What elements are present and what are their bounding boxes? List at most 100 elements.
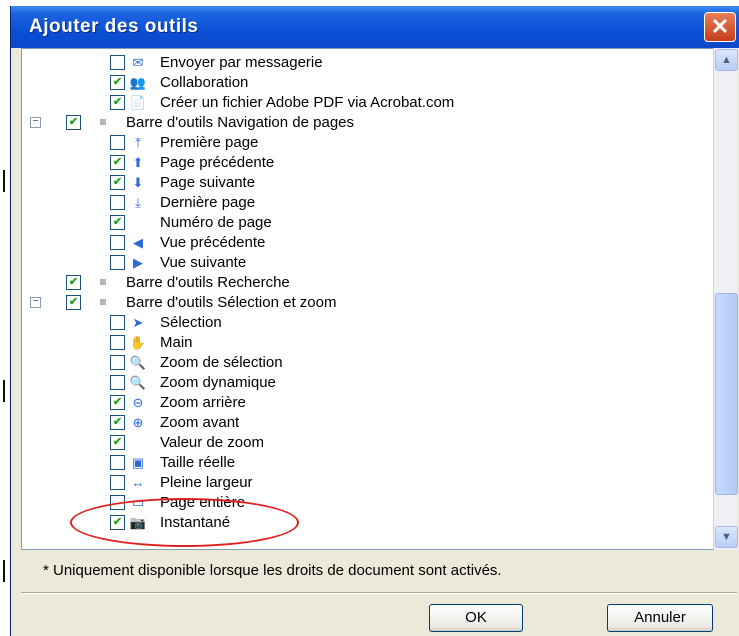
tree-row[interactable]: ✔ ⊕ Zoom avant xyxy=(22,413,712,433)
toolbar-bullet-icon xyxy=(100,119,106,125)
tree-row[interactable]: ✔ ⊖ Zoom arrière xyxy=(22,393,712,413)
toolbar-bullet-icon xyxy=(100,299,106,305)
tool-label: Page précédente xyxy=(160,154,275,171)
tree-row[interactable]: − ✔ Barre d'outils Sélection et zoom xyxy=(22,293,712,313)
tool-label: Collaboration xyxy=(160,74,249,91)
tree-row[interactable]: 🔍 Zoom dynamique xyxy=(22,373,712,393)
back-circle-icon: ◀ xyxy=(133,235,143,250)
collapse-toggle[interactable]: − xyxy=(30,117,41,128)
toolbar-checkbox[interactable]: ✔ xyxy=(66,115,81,130)
tool-checkbox[interactable]: ✔ xyxy=(110,155,125,170)
tree-row[interactable]: ↔ Pleine largeur xyxy=(22,473,712,493)
envelope-icon: ✉ xyxy=(132,55,144,70)
tool-label: Dernière page xyxy=(160,194,256,211)
tool-checkbox[interactable] xyxy=(110,315,125,330)
tool-checkbox[interactable] xyxy=(110,255,125,270)
tool-checkbox[interactable]: ✔ xyxy=(110,415,125,430)
first-page-icon: ⤒ xyxy=(135,135,141,150)
tree-row[interactable]: ▣ Taille réelle xyxy=(22,453,712,473)
people-icon: 👥 xyxy=(129,75,147,90)
zoom-in-icon: ⊕ xyxy=(132,415,144,430)
close-button[interactable]: ✕ xyxy=(704,12,736,42)
dialog-title: Ajouter des outils xyxy=(29,16,199,37)
tool-checkbox[interactable] xyxy=(110,235,125,250)
tool-checkbox[interactable] xyxy=(110,55,125,70)
red-highlight-ellipse xyxy=(70,498,299,547)
tool-checkbox[interactable] xyxy=(110,195,125,210)
cancel-button[interactable]: Annuler xyxy=(607,604,713,632)
tool-checkbox[interactable]: ✔ xyxy=(110,435,125,450)
tool-label: Envoyer par messagerie xyxy=(160,54,323,71)
tool-checkbox[interactable] xyxy=(110,135,125,150)
tree-row[interactable]: ✔ Numéro de page xyxy=(22,213,712,233)
fit-width-icon: ↔ xyxy=(131,475,145,490)
tool-checkbox[interactable]: ✔ xyxy=(110,75,125,90)
tool-checkbox[interactable]: ✔ xyxy=(110,175,125,190)
tool-checkbox[interactable]: ✔ xyxy=(110,395,125,410)
tool-label: Numéro de page xyxy=(160,214,272,231)
scroll-thumb[interactable] xyxy=(715,293,738,495)
tree-row[interactable]: ✋ Main xyxy=(22,333,712,353)
last-page-icon: ⤓ xyxy=(135,195,141,210)
tree-row[interactable]: ✉ Envoyer par messagerie xyxy=(22,53,712,73)
zoom-dynamic-icon: 🔍 xyxy=(129,375,147,390)
tool-checkbox[interactable] xyxy=(110,375,125,390)
background-window-edge xyxy=(0,0,10,636)
tree-row[interactable]: ✔ 📄 Créer un fichier Adobe PDF via Acrobat… xyxy=(22,93,712,113)
tree-row[interactable]: ✔ ⬇ Page suivante xyxy=(22,173,712,193)
tool-label: Vue précédente xyxy=(160,234,266,251)
tool-label: Zoom dynamique xyxy=(160,374,276,391)
tool-label: Pleine largeur xyxy=(160,474,253,491)
toolbar-bullet-icon xyxy=(100,279,106,285)
toolbar-label: Barre d'outils Recherche xyxy=(126,274,290,291)
down-arrow-icon: ⬇ xyxy=(132,175,144,190)
tool-checkbox[interactable]: ✔ xyxy=(110,215,125,230)
tool-checkbox[interactable] xyxy=(110,355,125,370)
tool-label: Zoom de sélection xyxy=(160,354,283,371)
tool-label: Créer un fichier Adobe PDF via Acrobat.c… xyxy=(160,94,455,111)
vertical-scrollbar[interactable]: ▲ ▼ xyxy=(713,48,738,550)
tool-label: Taille réelle xyxy=(160,454,236,471)
tree-row[interactable]: ⤒ Première page xyxy=(22,133,712,153)
availability-note: * Uniquement disponible lorsque les droi… xyxy=(43,562,502,579)
ok-button[interactable]: OK xyxy=(429,604,523,632)
tool-label: Zoom avant xyxy=(160,414,240,431)
toolbar-checkbox[interactable]: ✔ xyxy=(66,295,81,310)
cursor-icon: ➤ xyxy=(132,315,144,330)
collapse-toggle[interactable]: − xyxy=(30,297,41,308)
zoom-selection-icon: 🔍 xyxy=(129,355,147,370)
tree-row[interactable]: ✔ ⬆ Page précédente xyxy=(22,153,712,173)
tool-checkbox[interactable]: ✔ xyxy=(110,95,125,110)
tool-checkbox[interactable] xyxy=(110,475,125,490)
tree-row[interactable]: ▶ Vue suivante xyxy=(22,253,712,273)
tool-checkbox[interactable] xyxy=(110,335,125,350)
tree-row[interactable]: ⤓ Dernière page xyxy=(22,193,712,213)
tree-row[interactable]: − ✔ Barre d'outils Navigation de pages xyxy=(22,113,712,133)
edge-mark xyxy=(3,170,5,192)
pdf-icon: 📄 xyxy=(129,95,147,110)
tool-label: Main xyxy=(160,334,193,351)
tool-label: Page suivante xyxy=(160,174,256,191)
tree-row[interactable]: ◀ Vue précédente xyxy=(22,233,712,253)
tool-label: Zoom arrière xyxy=(160,394,246,411)
tool-label: Valeur de zoom xyxy=(160,434,264,451)
tree-row[interactable]: ✔ Valeur de zoom xyxy=(22,433,712,453)
tree-row[interactable]: ✔ 👥 Collaboration xyxy=(22,73,712,93)
hand-icon: ✋ xyxy=(129,335,147,350)
tool-label: Première page xyxy=(160,134,259,151)
scroll-up-button[interactable]: ▲ xyxy=(715,49,738,71)
edge-mark xyxy=(3,380,5,402)
tool-label: Vue suivante xyxy=(160,254,247,271)
toolbar-label: Barre d'outils Navigation de pages xyxy=(126,114,355,131)
title-bar: Ajouter des outils ✕ xyxy=(11,6,739,48)
tree-row[interactable]: 🔍 Zoom de sélection xyxy=(22,353,712,373)
zoom-out-icon: ⊖ xyxy=(132,395,144,410)
tools-tree[interactable]: ✉ Envoyer par messagerie ✔ 👥 Collaboration ✔ 📄… xyxy=(21,48,714,550)
tree-row[interactable]: ➤ Sélection xyxy=(22,313,712,333)
up-arrow-icon: ⬆ xyxy=(132,155,144,170)
toolbar-checkbox[interactable]: ✔ xyxy=(66,275,81,290)
scroll-down-button[interactable]: ▼ xyxy=(715,526,738,548)
edge-mark xyxy=(3,560,5,582)
tree-row[interactable]: ✔ Barre d'outils Recherche xyxy=(22,273,712,293)
tool-checkbox[interactable] xyxy=(110,455,125,470)
